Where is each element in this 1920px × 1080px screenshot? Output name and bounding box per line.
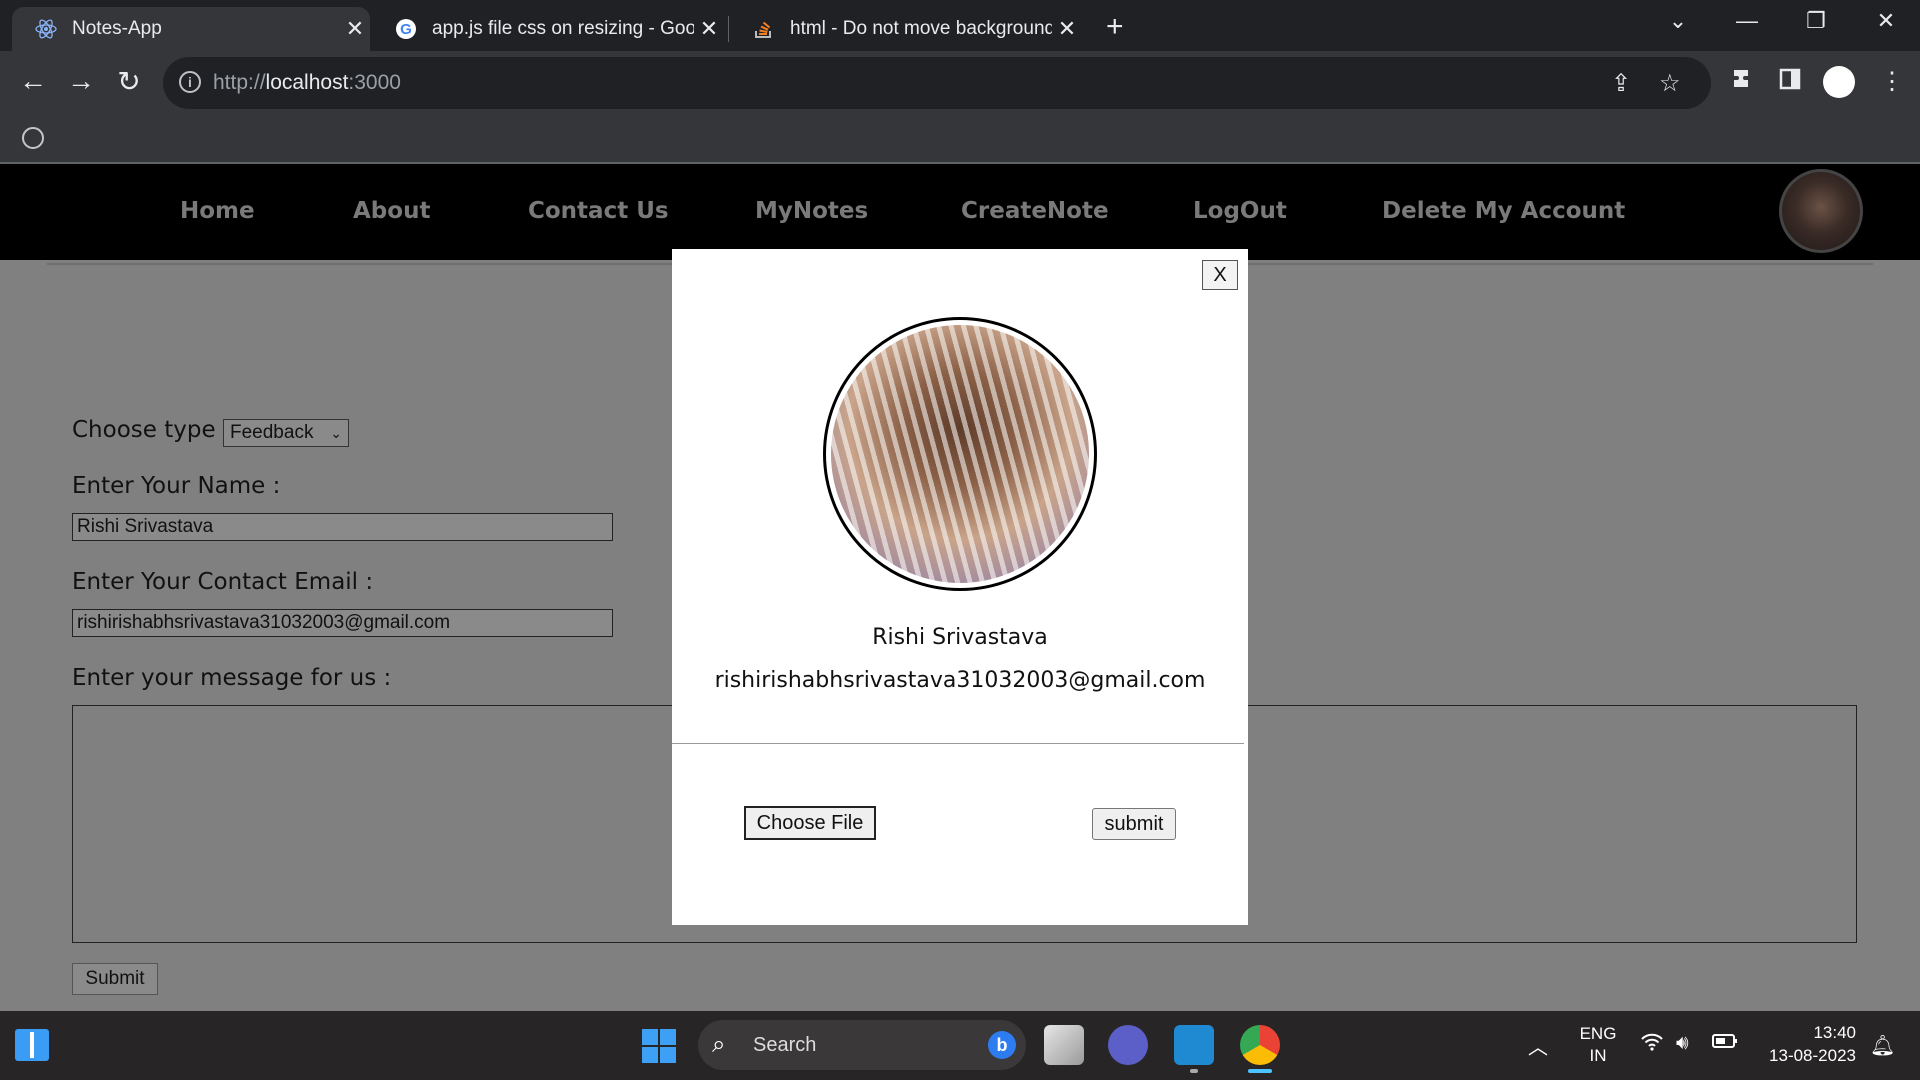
windows-taskbar: ⌕ Search b ︿ ENG IN 🔊︎ 13:40 13-08-2023 … xyxy=(0,1011,1920,1080)
nav-contact-us[interactable]: Contact Us xyxy=(528,198,669,224)
stackoverflow-icon xyxy=(752,17,776,41)
url-scheme: http:// xyxy=(213,71,266,94)
profile-picture xyxy=(823,317,1097,591)
windows-start-icon[interactable] xyxy=(642,1029,676,1063)
divider xyxy=(672,743,1244,744)
react-icon xyxy=(34,17,58,41)
profile-modal: X Rishi Srivastava rishirishabhsrivastav… xyxy=(672,249,1248,925)
tab-close-icon[interactable]: ✕ xyxy=(1052,16,1082,42)
tab-search-chevron-icon[interactable]: ⌄ xyxy=(1658,8,1698,34)
widgets-icon[interactable] xyxy=(15,1029,49,1061)
bing-icon[interactable]: b xyxy=(988,1031,1016,1059)
wifi-icon[interactable] xyxy=(1640,1032,1664,1058)
type-select[interactable]: Feedback ⌄ xyxy=(223,419,349,447)
tab-google-search[interactable]: G app.js file css on resizing - Googl ✕ xyxy=(372,7,724,51)
restore-icon[interactable]: ❐ xyxy=(1796,8,1836,34)
taskbar-search[interactable]: ⌕ Search b xyxy=(698,1020,1026,1070)
taskbar-search-placeholder: Search xyxy=(753,1034,817,1056)
modal-close-button[interactable]: X xyxy=(1202,260,1238,290)
nav-about[interactable]: About xyxy=(353,198,430,224)
battery-icon[interactable] xyxy=(1712,1032,1738,1056)
google-icon: G xyxy=(394,17,418,41)
running-indicator xyxy=(1190,1069,1198,1073)
email-input[interactable]: rishirishabhsrivastava31032003@gmail.com xyxy=(72,609,613,637)
new-tab-button[interactable]: + xyxy=(1106,10,1124,44)
active-indicator xyxy=(1248,1069,1272,1073)
minimize-icon[interactable]: — xyxy=(1727,8,1767,34)
nav-logout[interactable]: LogOut xyxy=(1193,198,1287,224)
profile-name: Rishi Srivastava xyxy=(872,625,1048,650)
chevron-down-icon: ⌄ xyxy=(330,425,342,441)
tab-title: app.js file css on resizing - Googl xyxy=(432,18,694,39)
bookmarks-bar xyxy=(0,115,1920,164)
search-icon: ⌕ xyxy=(712,1031,726,1058)
tab-title: Notes-App xyxy=(72,18,162,39)
type-label: Choose type : xyxy=(72,417,231,443)
bookmark-star-icon[interactable]: ☆ xyxy=(1659,69,1681,98)
address-bar[interactable]: i http://localhost:3000 ⇪ ☆ xyxy=(163,57,1711,109)
tab-stackoverflow[interactable]: html - Do not move background ✕ xyxy=(730,7,1082,51)
system-clock[interactable]: 13:40 13-08-2023 xyxy=(1750,1021,1856,1067)
nav-home[interactable]: Home xyxy=(180,198,255,224)
globe-bookmark-icon[interactable] xyxy=(22,127,44,149)
form-submit-button[interactable]: Submit xyxy=(72,963,158,995)
profile-email: rishirishabhsrivastava31032003@gmail.com xyxy=(714,668,1206,693)
side-panel-icon[interactable] xyxy=(1778,67,1802,98)
site-info-icon[interactable]: i xyxy=(179,71,201,93)
svg-text:G: G xyxy=(400,21,412,38)
nav-delete-account[interactable]: Delete My Account xyxy=(1382,198,1625,224)
vscode-icon[interactable] xyxy=(1174,1025,1214,1065)
tab-title: html - Do not move background xyxy=(790,18,1052,39)
region-code: IN xyxy=(1589,1046,1607,1065)
tab-separator xyxy=(728,16,729,42)
window-close-icon[interactable]: ✕ xyxy=(1866,8,1906,34)
name-input[interactable]: Rishi Srivastava xyxy=(72,513,613,541)
chrome-icon[interactable] xyxy=(1240,1025,1280,1065)
profile-avatar[interactable] xyxy=(1823,66,1855,98)
upload-submit-button[interactable]: submit xyxy=(1092,808,1176,840)
profile-image xyxy=(831,325,1089,583)
tab-close-icon[interactable]: ✕ xyxy=(340,16,370,42)
nav-createnote[interactable]: CreateNote xyxy=(961,198,1109,224)
language-indicator[interactable]: ENG IN xyxy=(1578,1023,1618,1067)
tab-notes-app[interactable]: Notes-App ✕ xyxy=(12,7,370,51)
notification-bell-icon[interactable]: 🔔︎ xyxy=(1870,1033,1895,1058)
url-host: localhost xyxy=(265,71,349,94)
clock-time: 13:40 xyxy=(1813,1023,1856,1042)
type-select-value: Feedback xyxy=(230,422,314,443)
choose-file-button[interactable]: Choose File xyxy=(744,806,876,840)
message-label: Enter your message for us : xyxy=(72,665,392,691)
name-label: Enter Your Name : xyxy=(72,473,281,499)
reload-icon[interactable]: ↻ xyxy=(111,65,147,98)
user-avatar[interactable] xyxy=(1779,169,1863,253)
task-view-icon[interactable] xyxy=(1044,1025,1084,1065)
lang-code: ENG xyxy=(1579,1024,1617,1043)
chevron-up-icon[interactable]: ︿ xyxy=(1528,1031,1548,1060)
url-port: :3000 xyxy=(348,71,401,94)
share-icon[interactable]: ⇪ xyxy=(1611,69,1631,98)
teams-chat-icon[interactable] xyxy=(1108,1025,1148,1065)
extensions-puzzle-icon[interactable] xyxy=(1730,67,1754,98)
tab-close-icon[interactable]: ✕ xyxy=(694,16,724,42)
volume-icon[interactable]: 🔊︎ xyxy=(1676,1032,1689,1055)
nav-mynotes[interactable]: MyNotes xyxy=(755,198,868,224)
address-url[interactable]: http://localhost:3000 xyxy=(213,71,401,95)
menu-kebab-icon[interactable]: ⋮ xyxy=(1880,67,1904,96)
site-navbar: Home About Contact Us MyNotes CreateNote… xyxy=(0,164,1920,260)
browser-toolbar: ← → ↻ i http://localhost:3000 ⇪ ☆ ⋮ xyxy=(0,51,1920,115)
back-arrow-icon[interactable]: ← xyxy=(15,65,51,97)
email-label: Enter Your Contact Email : xyxy=(72,569,374,595)
clock-date: 13-08-2023 xyxy=(1769,1046,1856,1065)
forward-arrow-icon[interactable]: → xyxy=(63,65,99,97)
browser-tabstrip: Notes-App ✕ G app.js file css on resizin… xyxy=(0,0,1920,51)
